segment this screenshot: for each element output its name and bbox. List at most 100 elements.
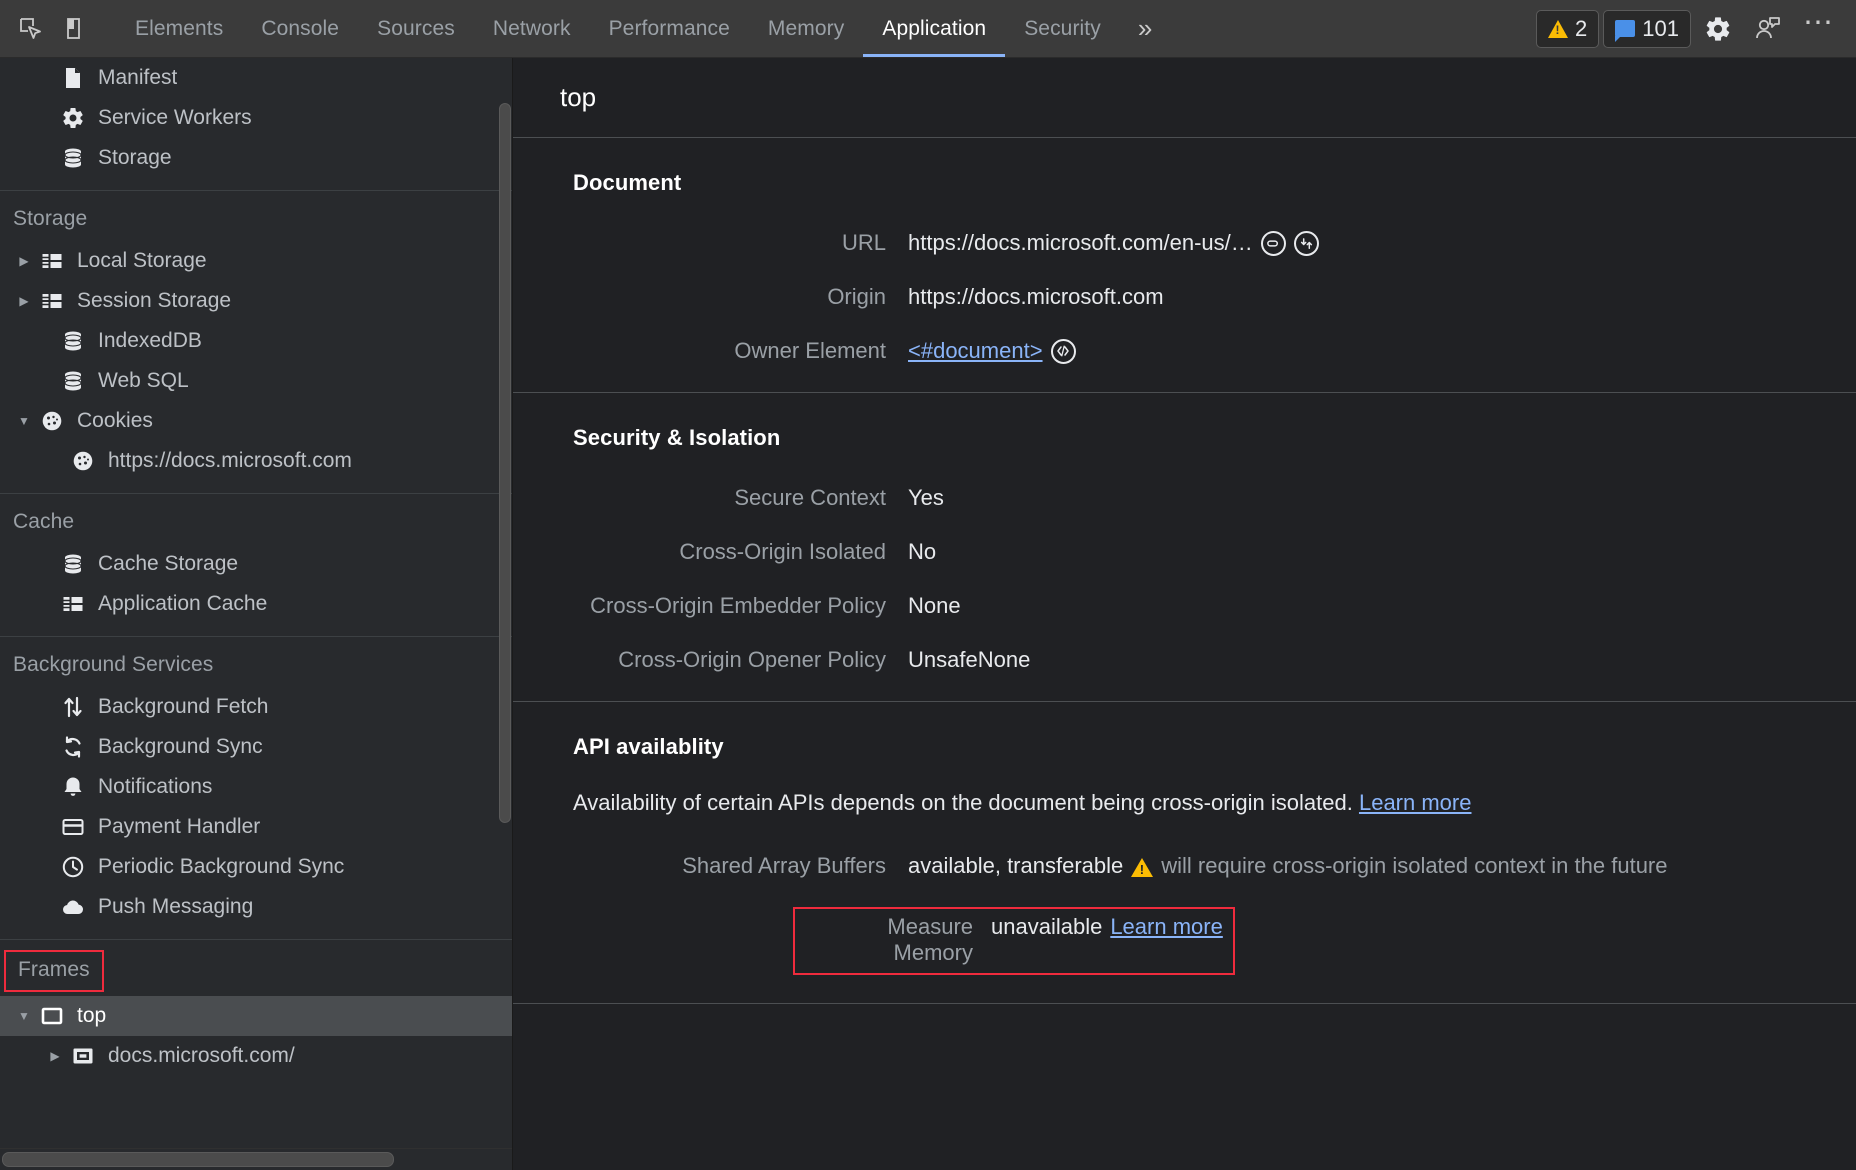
iframe-icon <box>66 1044 100 1068</box>
frame-icon <box>35 1004 69 1028</box>
tab-memory[interactable]: Memory <box>749 0 863 57</box>
sidebar-section-header-frames: Frames <box>4 950 104 992</box>
measure-memory-learn-more-link[interactable]: Learn more <box>1110 914 1223 940</box>
inspect-element-icon[interactable] <box>8 6 54 52</box>
sidebar-item-label: Session Storage <box>77 289 232 312</box>
sidebar-item-label: Application Cache <box>98 592 268 615</box>
sidebar-item-local-storage[interactable]: ▶ Local Storage <box>0 241 512 281</box>
sidebar-group: Frames ▼ top ▶ docs.microsoft.com/ <box>0 944 512 1080</box>
row-measure-memory-wrapper: Measure Memory unavailable Learn more <box>513 906 1856 975</box>
sidebar-item-payment-handler[interactable]: Payment Handler <box>0 807 512 847</box>
sidebar-item-web-sql[interactable]: Web SQL <box>0 361 512 401</box>
sidebar-vertical-scrollbar[interactable] <box>497 103 512 1000</box>
chevron-down-icon[interactable]: ▼ <box>13 1009 35 1023</box>
sidebar-horizontal-scrollbar[interactable] <box>0 1148 512 1170</box>
more-tabs-icon[interactable]: » <box>1120 0 1170 57</box>
device-toolbar-icon[interactable] <box>54 6 100 52</box>
coop-label: Cross-Origin Opener Policy <box>618 647 886 672</box>
tab-console[interactable]: Console <box>242 0 358 57</box>
chevron-right-icon[interactable]: ▶ <box>44 1049 66 1063</box>
sidebar-item-storage[interactable]: Storage <box>0 138 512 178</box>
sidebar-item-push-messaging[interactable]: Push Messaging <box>0 887 512 927</box>
warning-triangle-icon <box>1548 19 1569 38</box>
api-availability-section: API availablity Availability of certain … <box>513 702 1856 1004</box>
api-description-text: Availability of certain APIs depends on … <box>573 790 1353 815</box>
url-value: https://docs.microsoft.com/en-us/… <box>908 230 1253 255</box>
open-in-new-tab-icon[interactable] <box>1260 230 1286 256</box>
sidebar-item-notifications[interactable]: Notifications <box>0 767 512 807</box>
devtools-body: Manifest Service Workers Storage Storage ▶ Lo… <box>0 58 1856 1170</box>
chevron-right-icon[interactable]: ▶ <box>13 254 35 268</box>
credit-card-icon <box>56 815 90 839</box>
clock-icon <box>56 855 90 879</box>
sidebar-section-header-storage: Storage <box>13 207 88 230</box>
gear-icon[interactable] <box>1695 6 1741 52</box>
document-section: Document URL https://docs.microsoft.com/… <box>513 138 1856 393</box>
manifest-file-icon <box>56 66 90 90</box>
row-url: URL https://docs.microsoft.com/en-us/… <box>513 230 1856 256</box>
sidebar-item-session-storage[interactable]: ▶ Session Storage <box>0 281 512 321</box>
origin-value: https://docs.microsoft.com <box>908 284 1164 309</box>
tab-elements[interactable]: Elements <box>116 0 242 57</box>
shared-array-buffers-value: available, transferable <box>908 852 1124 878</box>
code-icon[interactable] <box>1050 338 1076 364</box>
sidebar-item-cache-storage[interactable]: Cache Storage <box>0 544 512 584</box>
more-options-icon[interactable]: ⋯ <box>1795 7 1844 41</box>
fetch-arrows-icon <box>56 695 90 719</box>
feedback-icon[interactable] <box>1745 6 1791 52</box>
coop-value: UnsafeNone <box>908 647 1031 672</box>
message-count-label: 101 <box>1642 15 1679 41</box>
sidebar-section-header-wrapper: Background Services <box>0 641 512 687</box>
sidebar-hscrollbar-thumb[interactable] <box>2 1152 394 1167</box>
url-label: URL <box>841 230 886 255</box>
warning-count-label: 2 <box>1575 15 1588 41</box>
sidebar-item-top[interactable]: ▼ top <box>0 996 512 1036</box>
sidebar-item-https-docs-microsoft-com[interactable]: ▶ https://docs.microsoft.com <box>0 441 512 481</box>
sidebar-item-indexeddb[interactable]: IndexedDB <box>0 321 512 361</box>
sidebar-item-label: Notifications <box>98 775 213 798</box>
table-icon <box>56 592 90 616</box>
sidebar-item-background-sync[interactable]: Background Sync <box>0 727 512 767</box>
sidebar-group: Cache Cache Storage Application Cache <box>0 498 512 628</box>
sidebar-divider <box>0 190 512 191</box>
sidebar-item-label: https://docs.microsoft.com <box>108 449 352 472</box>
tab-network[interactable]: Network <box>474 0 590 57</box>
database-icon <box>56 552 90 576</box>
sidebar-item-label: Manifest <box>98 66 178 89</box>
tab-security[interactable]: Security <box>1005 0 1120 57</box>
sidebar-item-docs-microsoft-com[interactable]: ▶ docs.microsoft.com/ <box>0 1036 512 1076</box>
tab-performance[interactable]: Performance <box>590 0 749 57</box>
gear-icon <box>56 106 90 130</box>
sidebar-scrollbar-thumb[interactable] <box>499 103 511 823</box>
sidebar-item-service-workers[interactable]: Service Workers <box>0 98 512 138</box>
sidebar-tree[interactable]: Manifest Service Workers Storage Storage ▶ Lo… <box>0 58 512 1148</box>
sidebar-item-background-fetch[interactable]: Background Fetch <box>0 687 512 727</box>
reveal-in-network-icon[interactable] <box>1293 230 1319 256</box>
application-sidebar: Manifest Service Workers Storage Storage ▶ Lo… <box>0 58 513 1170</box>
warning-count-badge[interactable]: 2 <box>1536 9 1600 48</box>
api-description: Availability of certain APIs depends on … <box>513 766 1856 825</box>
sidebar-item-label: Cookies <box>77 409 153 432</box>
sidebar-item-periodic-background-sync[interactable]: Periodic Background Sync <box>0 847 512 887</box>
cross-origin-isolated-value: No <box>908 539 937 564</box>
tab-application[interactable]: Application <box>863 0 1006 57</box>
measure-memory-value: unavailable <box>991 913 1103 939</box>
measure-memory-label: Measure Memory <box>887 913 973 965</box>
row-secure-context: Secure Context Yes <box>513 485 1856 511</box>
frame-details-title: top <box>513 58 1856 138</box>
security-section-title: Security & Isolation <box>573 425 781 450</box>
database-icon <box>56 329 90 353</box>
sidebar-item-label: Payment Handler <box>98 815 261 838</box>
chevron-right-icon[interactable]: ▶ <box>44 454 66 468</box>
chevron-down-icon[interactable]: ▼ <box>13 414 35 428</box>
owner-element-link[interactable]: <#document> <box>908 338 1043 364</box>
sidebar-section-header-background-services: Background Services <box>13 653 214 676</box>
sidebar-item-manifest[interactable]: Manifest <box>0 58 512 98</box>
api-description-learn-more-link[interactable]: Learn more <box>1359 790 1472 815</box>
tab-sources[interactable]: Sources <box>358 0 474 57</box>
sidebar-item-cookies[interactable]: ▼ Cookies <box>0 401 512 441</box>
sidebar-item-application-cache[interactable]: Application Cache <box>0 584 512 624</box>
message-count-badge[interactable]: 101 <box>1603 9 1691 48</box>
chevron-right-icon[interactable]: ▶ <box>13 294 35 308</box>
url-value-group: https://docs.microsoft.com/en-us/… <box>908 230 1319 256</box>
